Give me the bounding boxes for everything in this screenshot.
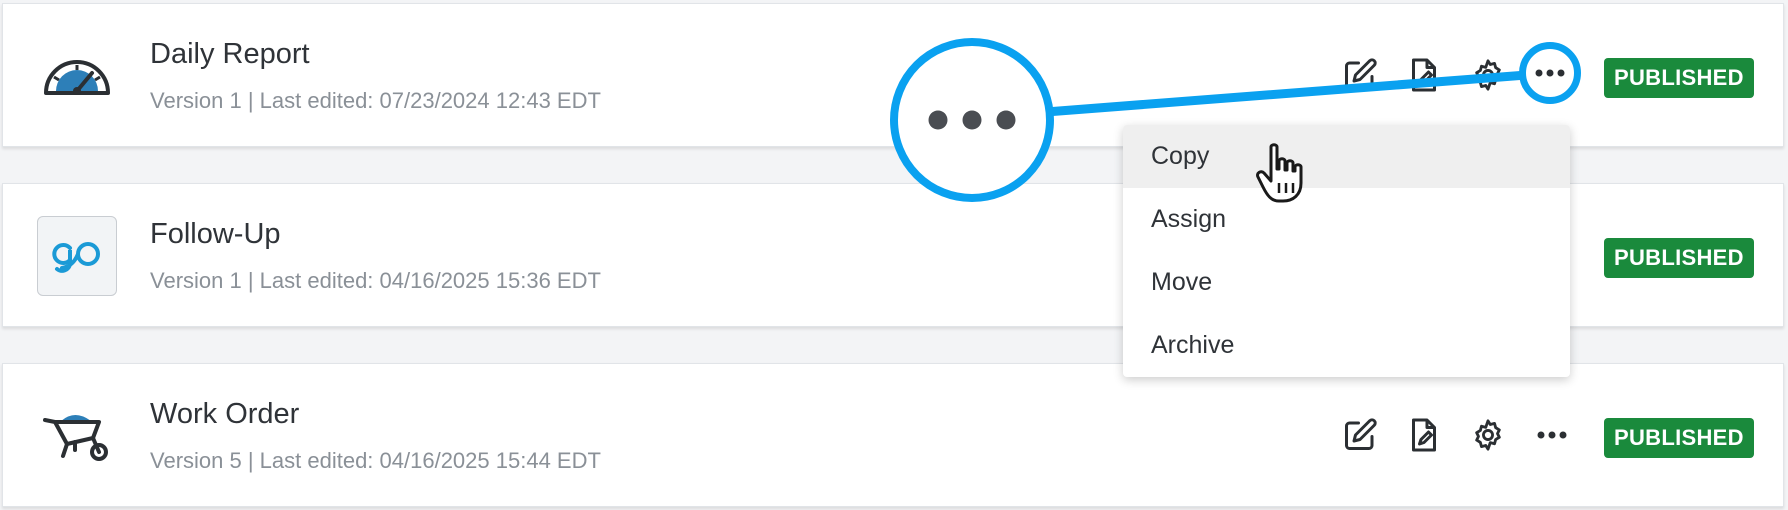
edit-icon[interactable]	[1337, 412, 1383, 458]
status-badge: PUBLISHED	[1604, 238, 1754, 278]
form-title[interactable]: Follow-Up	[150, 218, 281, 251]
form-meta: Version 1 | Last edited: 07/23/2024 12:4…	[150, 88, 601, 113]
more-actions-menu: Copy Assign Move Archive	[1123, 125, 1570, 377]
form-title[interactable]: Daily Report	[150, 38, 310, 71]
gear-icon[interactable]	[1465, 52, 1511, 98]
speedometer-icon	[37, 36, 117, 116]
more-icon[interactable]	[1529, 412, 1575, 458]
hand-cursor-icon	[1255, 143, 1309, 210]
menu-item-assign[interactable]: Assign	[1123, 188, 1570, 251]
more-button-highlight[interactable]	[1519, 42, 1581, 104]
document-edit-icon[interactable]	[1401, 412, 1447, 458]
wheelbarrow-icon	[37, 396, 117, 476]
edit-icon[interactable]	[1337, 52, 1383, 98]
form-meta: Version 5 | Last edited: 04/16/2025 15:4…	[150, 448, 601, 473]
gear-icon[interactable]	[1465, 412, 1511, 458]
menu-item-archive[interactable]: Archive	[1123, 314, 1570, 377]
form-row-work-order[interactable]: Work Order Version 5 | Last edited: 04/1…	[2, 363, 1784, 507]
form-title[interactable]: Work Order	[150, 398, 299, 431]
status-badge: PUBLISHED	[1604, 58, 1754, 98]
magnified-more-icon	[890, 38, 1054, 202]
row-actions	[1333, 408, 1573, 462]
form-meta: Version 1 | Last edited: 04/16/2025 15:3…	[150, 268, 601, 293]
menu-item-move[interactable]: Move	[1123, 251, 1570, 314]
menu-item-copy[interactable]: Copy	[1123, 125, 1570, 188]
go-logo-icon	[37, 216, 117, 296]
document-edit-icon[interactable]	[1401, 52, 1447, 98]
status-badge: PUBLISHED	[1604, 418, 1754, 458]
